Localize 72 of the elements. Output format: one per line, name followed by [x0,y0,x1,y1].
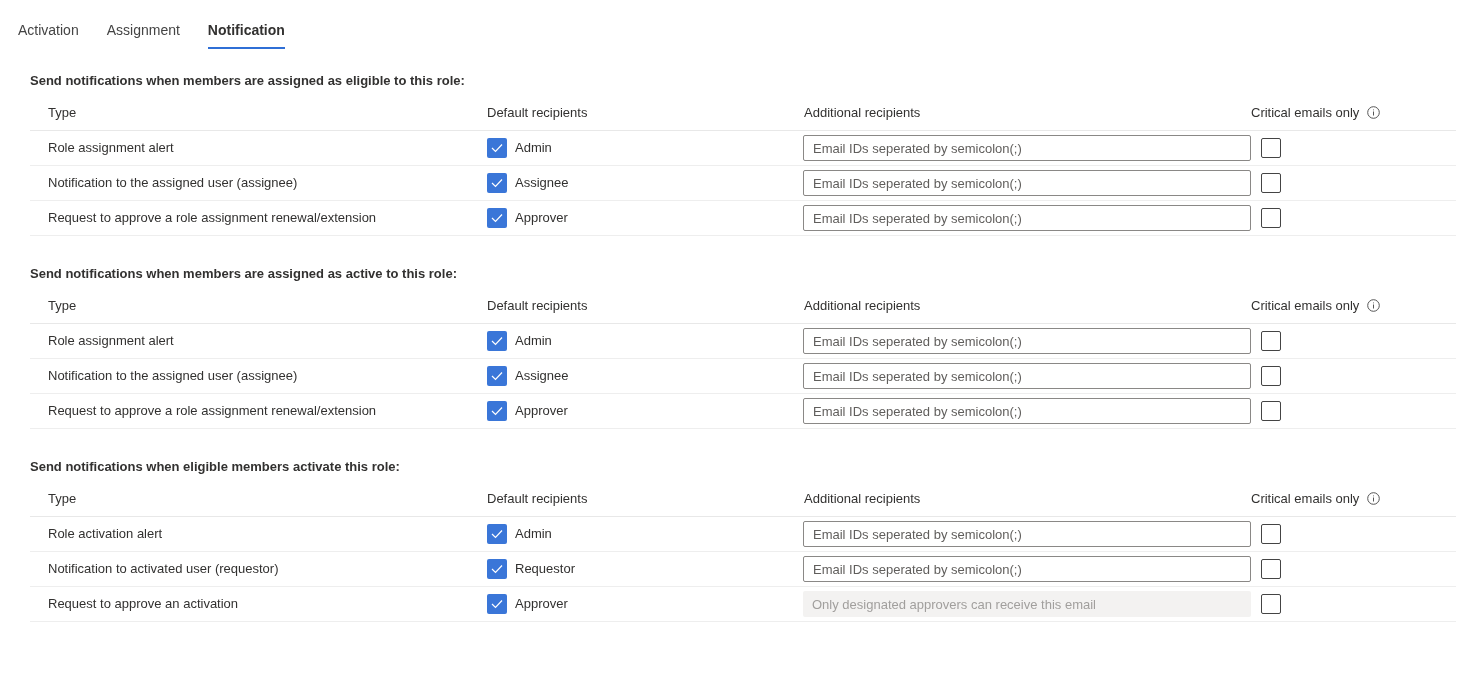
table-cell-text: Role assignment alert [47,139,175,158]
column-header: Type [48,296,77,315]
column-header: Critical emails only [1251,489,1360,508]
table-cell-text: Request to approve a role assignment renewal/extension [47,402,378,421]
checkbox-label: Assignee [515,367,569,386]
input-field[interactable]: Email IDs seperated by semicolon(;) [803,521,1251,547]
checkbox[interactable] [487,208,507,228]
checkbox[interactable] [1261,559,1281,579]
column-header: Additional recipients [804,103,921,122]
input-field[interactable]: Email IDs seperated by semicolon(;) [803,205,1251,231]
checkmark-icon [491,178,503,188]
checkbox[interactable] [1261,173,1281,193]
info-icon [1367,491,1381,505]
input-field[interactable]: Email IDs seperated by semicolon(;) [803,556,1251,582]
checkbox-label: Approver [515,402,568,421]
checkmark-icon [491,406,503,416]
column-header: Critical emails only [1251,103,1360,122]
checkmark-icon [491,564,503,574]
column-header: Default recipients [487,103,588,122]
checkbox-label: Approver [515,595,568,614]
checkbox[interactable] [1261,331,1281,351]
column-header: Critical emails only [1251,296,1360,315]
checkbox[interactable] [1261,366,1281,386]
checkbox-label: Requestor [515,560,575,579]
checkbox[interactable] [487,366,507,386]
input-field[interactable]: Email IDs seperated by semicolon(;) [803,170,1251,196]
checkbox[interactable] [487,173,507,193]
checkbox[interactable] [1261,138,1281,158]
table-cell-text: Role assignment alert [47,332,175,351]
tab[interactable]: Assignment [106,20,180,49]
table-cell-text: Notification to the assigned user (assignee) [47,174,299,193]
checkbox[interactable] [487,138,507,158]
info-icon [1367,298,1381,312]
input-field[interactable]: Email IDs seperated by semicolon(;) [803,328,1251,354]
table-cell-text: Request to approve a role assignment renewal/extension [47,209,378,228]
checkbox-label: Approver [515,209,568,228]
column-header: Default recipients [487,296,588,315]
column-header: Additional recipients [804,489,921,508]
section-heading: Send notifications when eligible members activate this role: [30,458,401,476]
checkmark-icon [491,599,503,609]
tab[interactable]: Notification [207,20,285,49]
checkbox-label: Assignee [515,174,569,193]
column-header: Additional recipients [804,296,921,315]
checkbox[interactable] [487,524,507,544]
input-field[interactable]: Email IDs seperated by semicolon(;) [803,135,1251,161]
table-cell-text: Notification to activated user (requestor) [47,560,280,579]
section-heading: Send notifications when members are assigned as active to this role: [30,265,458,283]
checkbox-label: Admin [515,332,552,351]
checkmark-icon [491,336,503,346]
checkmark-icon [491,529,503,539]
section-heading: Send notifications when members are assigned as eligible to this role: [30,72,466,90]
table-cell-text: Role activation alert [47,525,164,544]
input-field[interactable]: Email IDs seperated by semicolon(;) [803,398,1251,424]
checkbox[interactable] [1261,208,1281,228]
column-header: Type [48,489,77,508]
checkmark-icon [491,213,503,223]
input-field[interactable]: Email IDs seperated by semicolon(;) [803,363,1251,389]
info-icon [1367,105,1381,119]
checkbox[interactable] [487,331,507,351]
checkmark-icon [491,371,503,381]
checkbox[interactable] [1261,401,1281,421]
table-cell-text: Request to approve an activation [47,595,240,614]
checkbox[interactable] [487,401,507,421]
checkbox-label: Admin [515,525,552,544]
tab[interactable]: Activation [18,20,79,49]
column-header: Default recipients [487,489,588,508]
checkbox[interactable] [1261,524,1281,544]
checkbox[interactable] [487,559,507,579]
table-cell-text: Notification to the assigned user (assignee) [47,367,299,386]
checkbox-label: Admin [515,139,552,158]
column-header: Type [48,103,77,122]
checkmark-icon [491,143,503,153]
